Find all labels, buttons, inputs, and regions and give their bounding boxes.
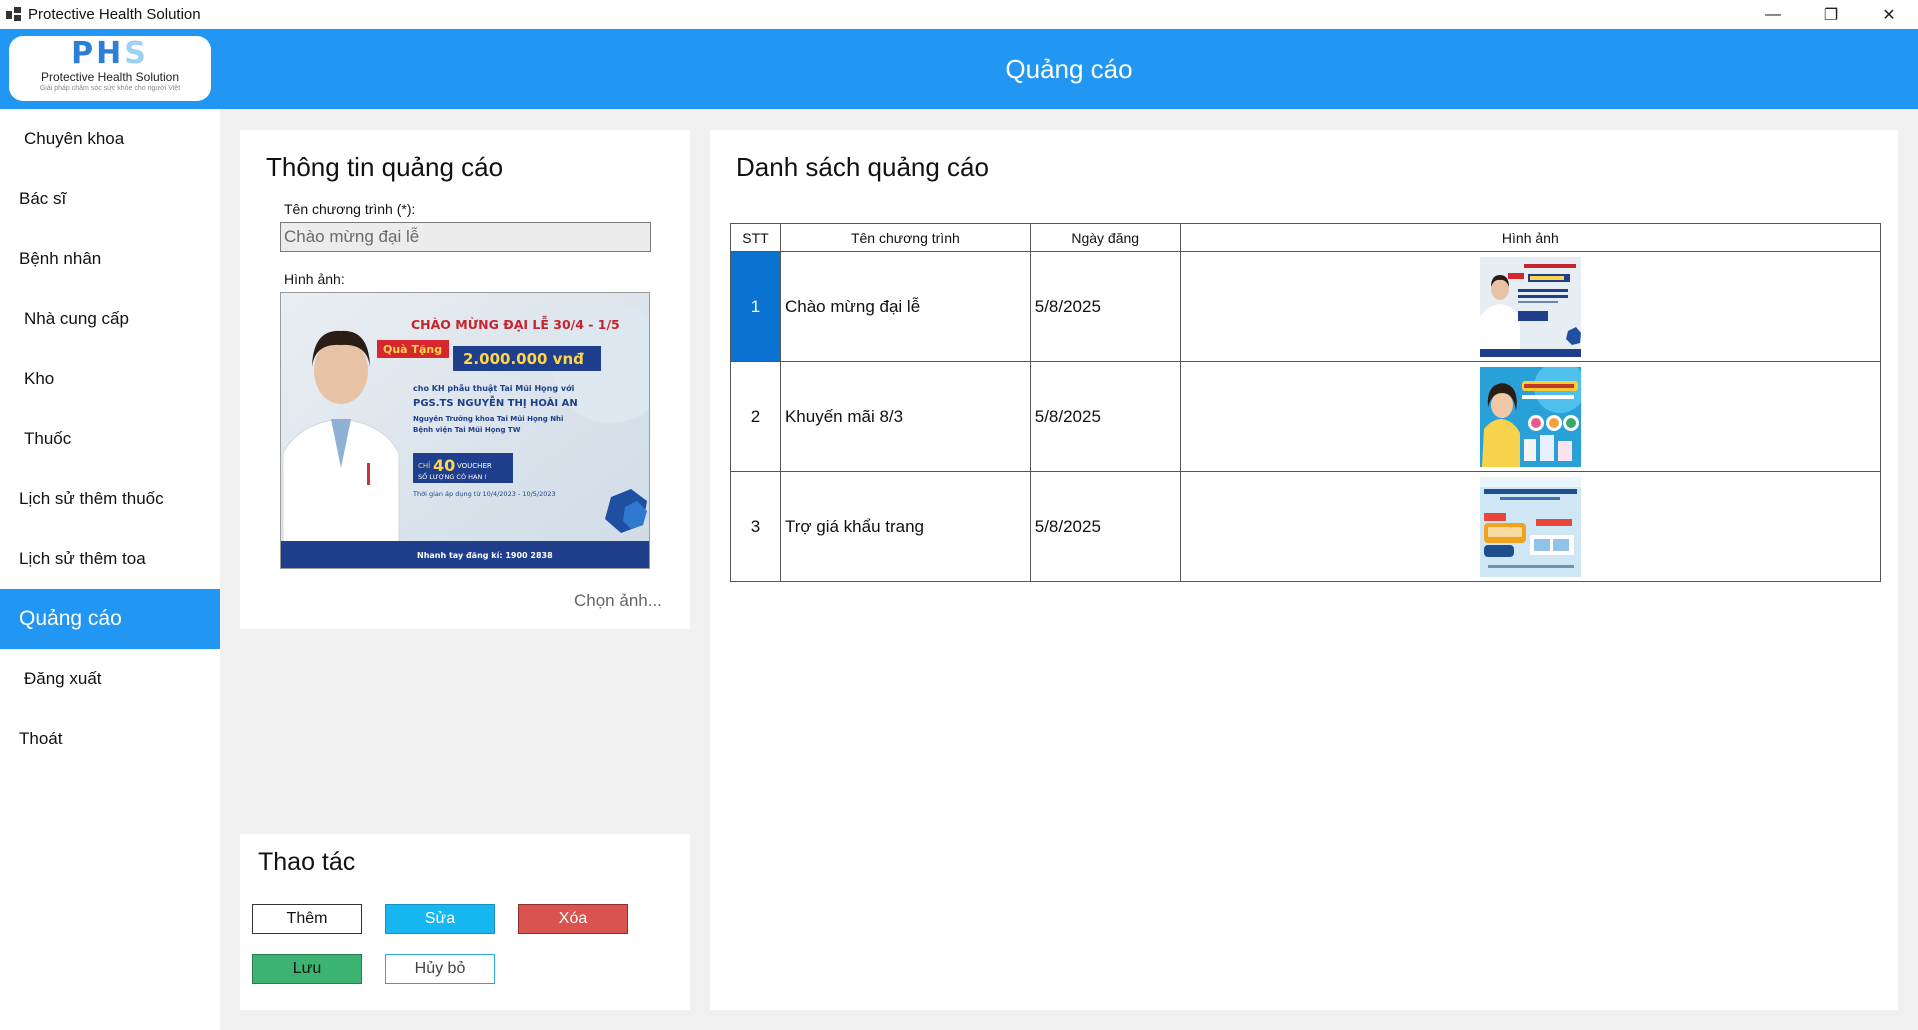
- close-button[interactable]: ✕: [1860, 0, 1918, 29]
- mask-subsidy-thumbnail: [1479, 476, 1581, 577]
- row-date[interactable]: 5/8/2025: [1029, 251, 1181, 362]
- logo-area: PHS Protective Health Solution Giải pháp…: [0, 29, 220, 109]
- row-stt[interactable]: 1: [730, 251, 781, 362]
- sidebar-item-medicine[interactable]: Thuốc: [0, 409, 220, 469]
- image-label: Hình ảnh:: [284, 271, 345, 287]
- save-button[interactable]: Lưu: [252, 954, 362, 984]
- program-name-label: Tên chương trình (*):: [284, 201, 416, 217]
- row-date[interactable]: 5/8/2025: [1029, 361, 1181, 472]
- sidebar-item-warehouse[interactable]: Kho: [0, 349, 220, 409]
- actions-panel: Thao tác Thêm Sửa Xóa Lưu Hủy bỏ: [240, 834, 690, 1010]
- page-title: Quảng cáo: [1005, 53, 1133, 84]
- sidebar-item-supplier[interactable]: Nhà cung cấp: [0, 289, 220, 349]
- ad-image-preview: CHÀO MỪNG ĐẠI LỄ 30/4 - 1/5 Quà Tặng 2.0…: [280, 292, 650, 569]
- table-row[interactable]: 3 Trợ giá khẩu trang 5/8/2025: [730, 471, 1882, 582]
- ad-preview-image: CHÀO MỪNG ĐẠI LỄ 30/4 - 1/5 Quà Tặng 2.0…: [281, 293, 649, 568]
- app-icon: [6, 6, 22, 23]
- cancel-button[interactable]: Hủy bỏ: [385, 954, 495, 984]
- column-header-stt[interactable]: STT: [730, 223, 781, 252]
- table-header-row: STT Tên chương trình Ngày đăng Hình ảnh: [730, 223, 1882, 252]
- svg-text:CHỈ: CHỈ: [418, 461, 430, 470]
- window-title: Protective Health Solution: [28, 6, 201, 23]
- sidebar-item-advertising[interactable]: Quảng cáo: [0, 589, 220, 649]
- svg-text:SỐ LƯỢNG CÓ HẠN !: SỐ LƯỢNG CÓ HẠN !: [418, 471, 487, 481]
- svg-text:Quà Tặng: Quà Tặng: [383, 343, 442, 356]
- ad-list-title: Danh sách quảng cáo: [736, 152, 989, 182]
- svg-text:cho KH phẫu thuật Tai Mũi Họng: cho KH phẫu thuật Tai Mũi Họng với: [413, 383, 575, 393]
- sidebar-item-prescription-history[interactable]: Lịch sử thêm toa: [0, 529, 220, 589]
- svg-text:Nhanh tay đăng kí: 1900 2838: Nhanh tay đăng kí: 1900 2838: [417, 551, 553, 560]
- delete-button[interactable]: Xóa: [518, 904, 628, 934]
- ad-info-panel: Thông tin quảng cáo Tên chương trình (*)…: [240, 130, 690, 629]
- sidebar-item-specialty[interactable]: Chuyên khoa: [0, 109, 220, 169]
- choose-image-link[interactable]: Chọn ảnh...: [574, 591, 662, 611]
- logo-tagline: Giải pháp chăm sóc sức khỏe cho người Vi…: [39, 85, 181, 92]
- logo-mark: PHS: [71, 36, 149, 71]
- row-stt[interactable]: 2: [730, 361, 781, 472]
- row-image-cell[interactable]: [1179, 251, 1882, 362]
- svg-text:Nguyên Trưởng khoa Tai Mũi Họn: Nguyên Trưởng khoa Tai Mũi Họng Nhi: [413, 415, 563, 423]
- program-name-input[interactable]: [280, 222, 651, 252]
- sidebar-item-patient[interactable]: Bệnh nhân: [0, 229, 220, 289]
- row-name[interactable]: Trợ giá khẩu trang: [779, 471, 1031, 582]
- row-image-cell[interactable]: [1179, 471, 1882, 582]
- minimize-button[interactable]: —: [1744, 0, 1802, 29]
- column-header-name[interactable]: Tên chương trình: [779, 223, 1031, 252]
- svg-text:VOUCHER: VOUCHER: [457, 462, 492, 470]
- maximize-button[interactable]: ❐: [1802, 0, 1860, 29]
- column-header-date[interactable]: Ngày đăng: [1029, 223, 1181, 252]
- actions-title: Thao tác: [258, 848, 356, 876]
- close-icon: ✕: [1882, 6, 1896, 24]
- add-button[interactable]: Thêm: [252, 904, 362, 934]
- page-header: Quảng cáo: [220, 29, 1918, 109]
- row-stt[interactable]: 3: [730, 471, 781, 582]
- womens-day-promo-thumbnail: [1479, 366, 1581, 467]
- minimize-icon: —: [1765, 5, 1781, 23]
- sidebar-item-doctor[interactable]: Bác sĩ: [0, 169, 220, 229]
- holiday-promo-thumbnail: [1479, 256, 1581, 357]
- logo: PHS Protective Health Solution Giải pháp…: [9, 36, 211, 101]
- logo-name: Protective Health Solution: [40, 70, 180, 84]
- sidebar-item-medicine-history[interactable]: Lịch sử thêm thuốc: [0, 469, 220, 529]
- window-titlebar: Protective Health Solution — ❐ ✕: [0, 0, 1918, 29]
- table-row[interactable]: 2 Khuyến mãi 8/3 5/8/2025: [730, 361, 1882, 472]
- row-name[interactable]: Khuyến mãi 8/3: [779, 361, 1031, 472]
- sidebar: PHS Protective Health Solution Giải pháp…: [0, 29, 220, 1030]
- svg-text:CHÀO MỪNG ĐẠI LỄ 30/4 - 1/5: CHÀO MỪNG ĐẠI LỄ 30/4 - 1/5: [411, 316, 620, 332]
- svg-text:2.000.000 vnđ: 2.000.000 vnđ: [463, 350, 584, 368]
- restore-icon: ❐: [1823, 6, 1839, 24]
- ad-table: STT Tên chương trình Ngày đăng Hình ảnh …: [730, 223, 1882, 582]
- column-header-image[interactable]: Hình ảnh: [1179, 223, 1882, 252]
- row-image-cell[interactable]: [1179, 361, 1882, 472]
- ad-info-title: Thông tin quảng cáo: [266, 152, 504, 182]
- sidebar-item-logout[interactable]: Đăng xuất: [0, 649, 220, 709]
- table-row[interactable]: 1 Chào mừng đại lễ 5/8/2025: [730, 251, 1882, 362]
- svg-text:Bệnh viện Tai Mũi Họng TW: Bệnh viện Tai Mũi Họng TW: [413, 426, 521, 434]
- edit-button[interactable]: Sửa: [385, 904, 495, 934]
- row-date[interactable]: 5/8/2025: [1029, 471, 1181, 582]
- sidebar-item-exit[interactable]: Thoát: [0, 709, 220, 769]
- row-name[interactable]: Chào mừng đại lễ: [779, 251, 1031, 362]
- svg-text:Thời gian áp dụng từ 10/4/2023: Thời gian áp dụng từ 10/4/2023 - 10/5/20…: [412, 490, 556, 498]
